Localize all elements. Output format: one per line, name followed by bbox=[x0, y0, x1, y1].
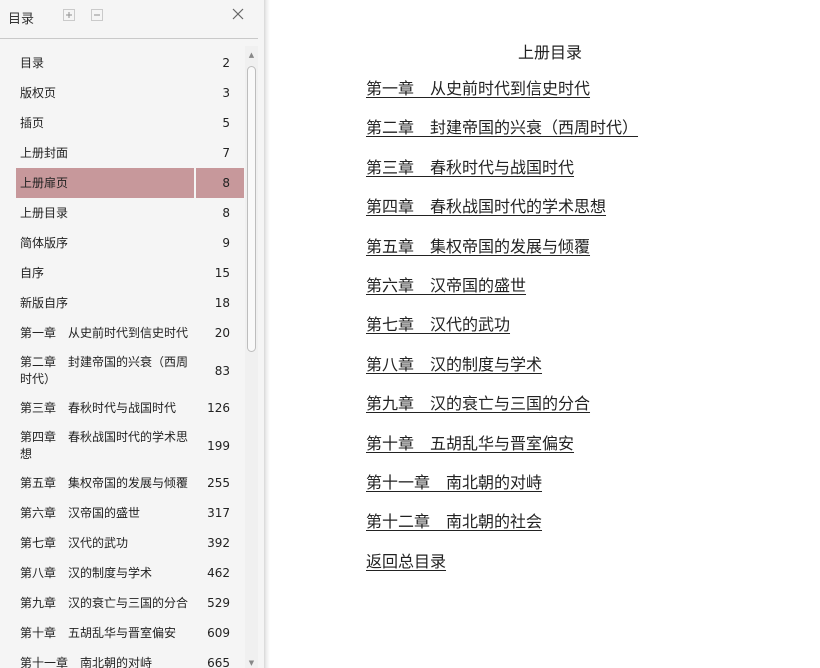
chapter-link[interactable]: 第九章 汉的衰亡与三国的分合 bbox=[366, 393, 638, 432]
toc-item-page: 199 bbox=[207, 438, 230, 453]
toc-item[interactable]: 第五章 集权帝国的发展与倾覆 255 bbox=[16, 468, 244, 498]
page-title: 上册目录 bbox=[518, 43, 583, 62]
toc-item-label: 第二章 封建帝国的兴衰（西周时代） bbox=[20, 354, 189, 386]
toc-item-page: 7 bbox=[222, 146, 230, 160]
close-icon[interactable] bbox=[230, 6, 246, 24]
toc-item-page: 3 bbox=[222, 86, 230, 100]
toc-item-page: 18 bbox=[214, 296, 230, 310]
scrollbar-thumb[interactable] bbox=[247, 66, 256, 352]
toc-item[interactable]: 第四章 春秋战国时代的学术思想 199 bbox=[16, 423, 244, 468]
toc-item-page: 83 bbox=[214, 363, 230, 378]
chapter-link-list: 第一章 从史前时代到信史时代 第二章 封建帝国的兴衰（西周时代） 第三章 春秋时代与… bbox=[366, 78, 638, 590]
toc-item[interactable]: 第八章 汉的制度与学术 462 bbox=[16, 558, 244, 588]
toc-item-page: 5 bbox=[222, 116, 230, 130]
toc-item[interactable]: 目录 2 bbox=[16, 48, 244, 78]
toc-list: 目录 2 版权页 3 插页 5 上册封面 7 上册扉页 8 上册目录 8 简体版序 9 自序 15 新版自序 18… bbox=[16, 48, 244, 668]
toc-item[interactable]: 新版自序 18 bbox=[16, 288, 244, 318]
toc-item[interactable]: 版权页 3 bbox=[16, 78, 244, 108]
toc-item-page: 609 bbox=[207, 626, 230, 640]
toc-item-label: 上册目录 bbox=[20, 205, 69, 220]
toc-item-label: 第八章 汉的制度与学术 bbox=[20, 565, 153, 580]
toc-item[interactable]: 上册目录 8 bbox=[16, 198, 244, 228]
chapter-link[interactable]: 第四章 春秋战国时代的学术思想 bbox=[366, 196, 638, 235]
toc-item-label: 上册扉页 bbox=[20, 175, 69, 190]
toc-item-page: 665 bbox=[207, 656, 230, 668]
chapter-link[interactable]: 第七章 汉代的武功 bbox=[366, 314, 638, 353]
chapter-link[interactable]: 第十章 五胡乱华与晋室偏安 bbox=[366, 433, 638, 472]
sidebar-divider[interactable] bbox=[264, 0, 270, 668]
toc-item[interactable]: 上册封面 7 bbox=[16, 138, 244, 168]
toc-item-page: 462 bbox=[207, 566, 230, 580]
toc-item-page: 317 bbox=[207, 506, 230, 520]
toc-item-label: 自序 bbox=[20, 265, 45, 280]
toc-item[interactable]: 自序 15 bbox=[16, 258, 244, 288]
toc-item-label: 目录 bbox=[20, 55, 45, 70]
toc-item-label: 第三章 春秋时代与战国时代 bbox=[20, 400, 177, 415]
toc-item[interactable]: 第二章 封建帝国的兴衰（西周时代） 83 bbox=[16, 348, 244, 393]
toc-item-label: 插页 bbox=[20, 115, 45, 130]
back-to-index-link[interactable]: 返回总目录 bbox=[366, 551, 638, 590]
chapter-link[interactable]: 第一章 从史前时代到信史时代 bbox=[366, 78, 638, 117]
toc-sidebar: 目录 目录 2 版权页 3 插页 5 上册封面 7 上册扉页 8 上册目录 8 简体版序 9 自序 15 新版自… bbox=[0, 0, 264, 668]
toc-item-label: 简体版序 bbox=[20, 235, 69, 250]
toc-item-page: 2 bbox=[222, 56, 230, 70]
toc-item-page: 15 bbox=[214, 266, 230, 280]
chapter-link[interactable]: 第五章 集权帝国的发展与倾覆 bbox=[366, 236, 638, 275]
chapter-link[interactable]: 第三章 春秋时代与战国时代 bbox=[366, 157, 638, 196]
toc-item[interactable]: 插页 5 bbox=[16, 108, 244, 138]
toc-item-label: 第一章 从史前时代到信史时代 bbox=[20, 325, 189, 340]
toc-item[interactable]: 简体版序 9 bbox=[16, 228, 244, 258]
chapter-link[interactable]: 第八章 汉的制度与学术 bbox=[366, 354, 638, 393]
toc-item-page: 9 bbox=[222, 236, 230, 250]
sidebar-header: 目录 bbox=[0, 0, 258, 39]
expand-all-icon[interactable] bbox=[63, 9, 75, 21]
collapse-all-icon[interactable] bbox=[91, 9, 103, 21]
toc-item-page: 255 bbox=[207, 476, 230, 490]
toc-item-page: 8 bbox=[194, 168, 244, 198]
toc-item-label: 新版自序 bbox=[20, 295, 69, 310]
toc-item-label: 第九章 汉的衰亡与三国的分合 bbox=[20, 595, 189, 610]
toc-item-label: 第六章 汉帝国的盛世 bbox=[20, 505, 141, 520]
toc-item[interactable]: 第十一章 南北朝的对峙 665 bbox=[16, 648, 244, 668]
toc-item-label: 第十一章 南北朝的对峙 bbox=[20, 655, 153, 668]
toc-item-label: 第七章 汉代的武功 bbox=[20, 535, 129, 550]
toc-item-label: 版权页 bbox=[20, 85, 57, 100]
toc-item[interactable]: 第六章 汉帝国的盛世 317 bbox=[16, 498, 244, 528]
toc-item[interactable]: 第三章 春秋时代与战国时代 126 bbox=[16, 393, 244, 423]
toc-item-label: 第五章 集权帝国的发展与倾覆 bbox=[20, 475, 189, 490]
toc-item-page: 20 bbox=[214, 326, 230, 340]
toc-item-page: 392 bbox=[207, 536, 230, 550]
scroll-up-icon[interactable]: ▲ bbox=[245, 50, 258, 60]
toc-item-page: 126 bbox=[207, 401, 230, 415]
chapter-link[interactable]: 第二章 封建帝国的兴衰（西周时代） bbox=[366, 117, 638, 156]
toc-item-label: 第十章 五胡乱华与晋室偏安 bbox=[20, 625, 177, 640]
toc-item[interactable]: 第九章 汉的衰亡与三国的分合 529 bbox=[16, 588, 244, 618]
toc-item-page: 529 bbox=[207, 596, 230, 610]
toc-item[interactable]: 上册扉页 8 bbox=[16, 168, 244, 198]
sidebar-title: 目录 bbox=[8, 12, 35, 27]
chapter-link[interactable]: 第六章 汉帝国的盛世 bbox=[366, 275, 638, 314]
scroll-down-icon[interactable]: ▼ bbox=[245, 658, 258, 668]
toc-item-label: 上册封面 bbox=[20, 145, 69, 160]
toc-item[interactable]: 第一章 从史前时代到信史时代 20 bbox=[16, 318, 244, 348]
chapter-link[interactable]: 第十二章 南北朝的社会 bbox=[366, 511, 638, 550]
toc-item-page: 8 bbox=[222, 206, 230, 220]
toc-item-label: 第四章 春秋战国时代的学术思想 bbox=[20, 429, 189, 461]
scrollbar[interactable]: ▲ ▼ bbox=[245, 46, 258, 668]
chapter-link[interactable]: 第十一章 南北朝的对峙 bbox=[366, 472, 638, 511]
toc-item[interactable]: 第七章 汉代的武功 392 bbox=[16, 528, 244, 558]
toc-item[interactable]: 第十章 五胡乱华与晋室偏安 609 bbox=[16, 618, 244, 648]
